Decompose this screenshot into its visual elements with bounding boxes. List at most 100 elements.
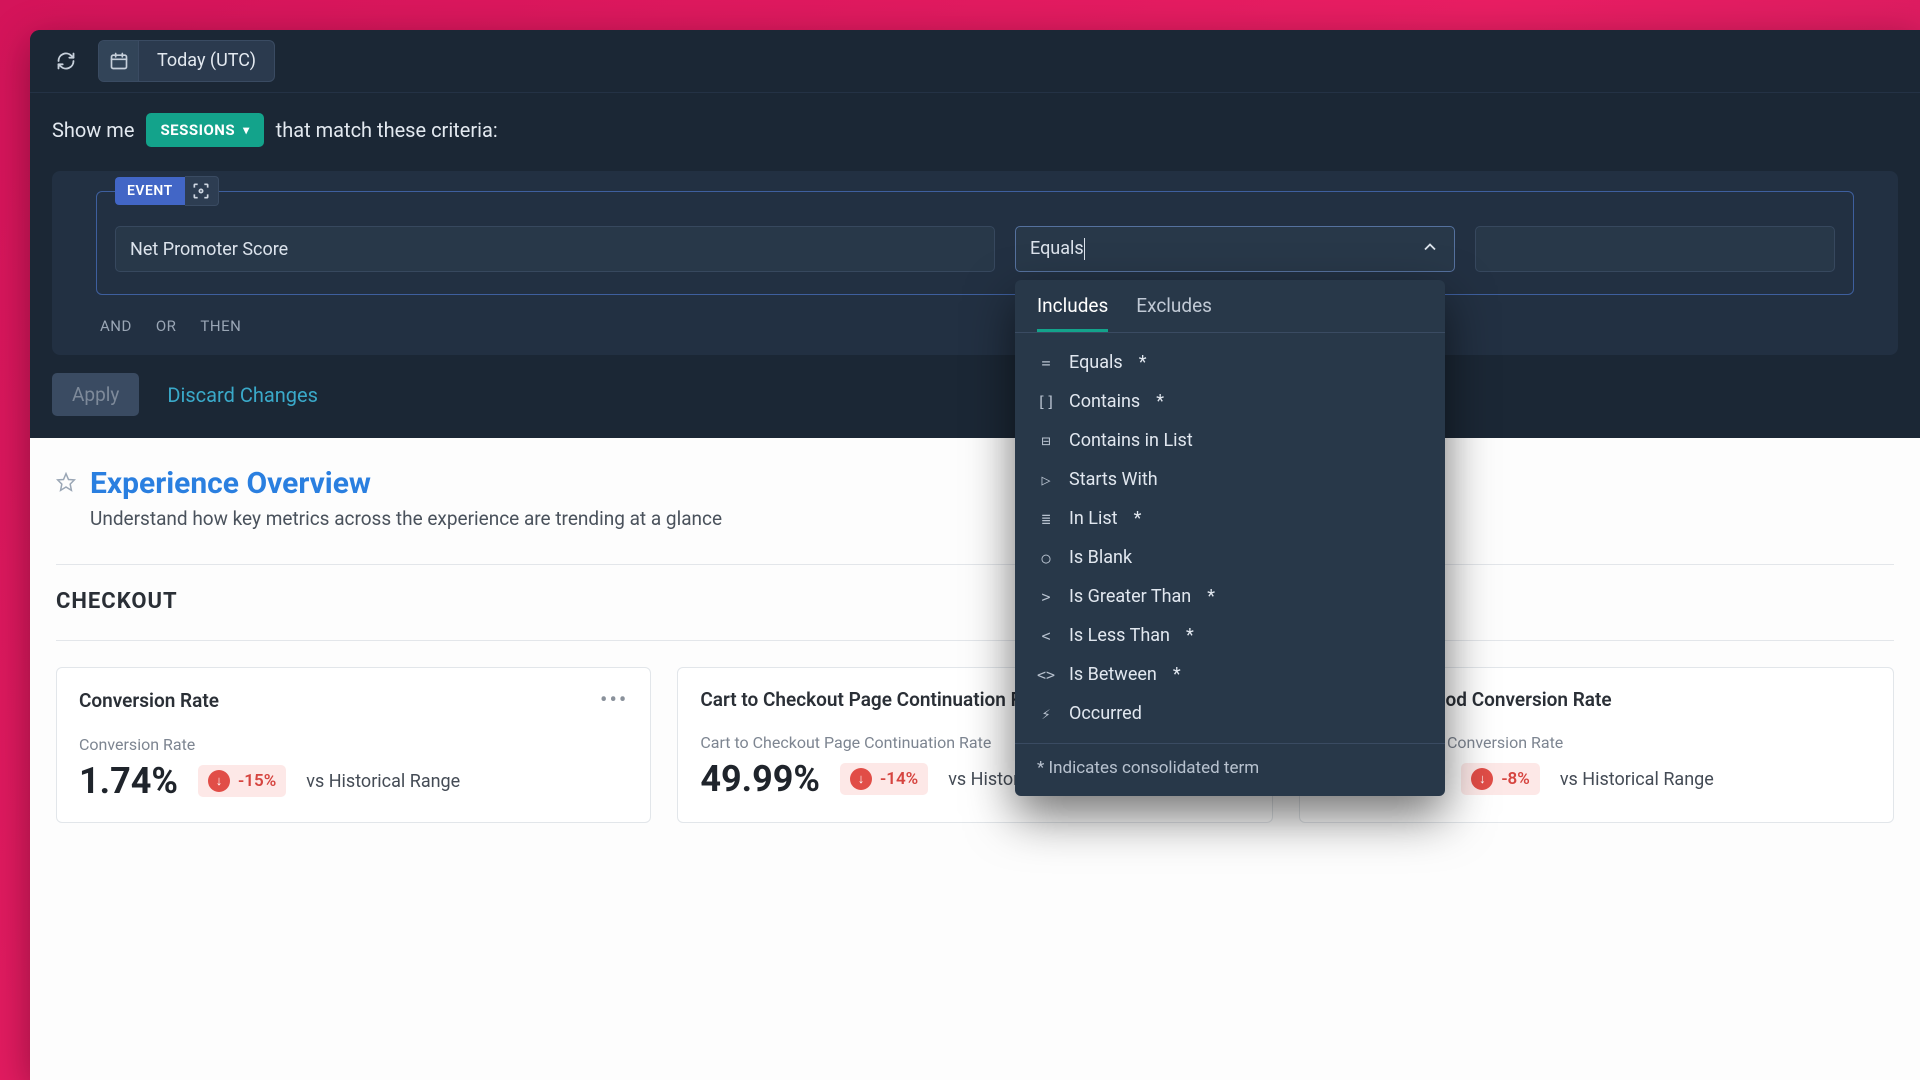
operator-icon: ⚡ [1037,705,1055,723]
operator-option-label: Occurred [1069,703,1142,724]
operator-option[interactable]: ⚡ Occurred [1015,694,1445,733]
refresh-icon [56,51,76,71]
query-suffix: that match these criteria: [276,118,498,142]
card-sublabel: Conversion Rate [79,735,628,754]
logic-or[interactable]: OR [156,317,177,335]
star-icon [56,472,76,492]
section-title: CHECKOUT [56,589,1894,614]
operator-option-label: In List [1069,508,1118,529]
tab-includes[interactable]: Includes [1037,294,1108,332]
actions-row: Apply Discard Changes [30,355,1920,438]
operator-select[interactable]: Equals [1015,226,1455,272]
metric-card: Conversion Rate ••• Conversion Rate 1.74… [56,667,651,823]
tab-excludes[interactable]: Excludes [1136,294,1212,332]
operator-icon: < [1037,627,1055,645]
trend-compare-label: vs Historical Range [1560,769,1714,790]
event-name-value: Net Promoter Score [130,239,288,260]
operator-icon: > [1037,588,1055,606]
operator-icon: ≣ [1037,510,1055,528]
value-input[interactable] [1475,226,1835,272]
operator-option-label: Contains in List [1069,430,1193,451]
crosshair-icon [191,181,211,201]
consolidated-star-icon: * [1186,625,1194,646]
event-name-input[interactable]: Net Promoter Score [115,226,995,272]
event-criterion: EVENT Net Promoter Score Equals [96,191,1854,295]
criteria-group: EVENT Net Promoter Score Equals [52,171,1898,355]
date-range-button[interactable]: Today (UTC) [98,40,275,82]
discard-changes-link[interactable]: Discard Changes [167,383,318,407]
chevron-down-icon: ▾ [243,123,250,137]
card-value: 1.74% [79,760,178,802]
divider [56,640,1894,641]
operator-option-label: Starts With [1069,469,1158,490]
operator-option-label: Equals [1069,352,1123,373]
trend-compare-label: vs Historical Range [306,771,460,792]
trend-pill: ↓ -15% [198,765,286,797]
operator-option[interactable]: ⊟ Contains in List [1015,421,1445,460]
operator-icon: ▷ [1037,471,1055,489]
consolidated-star-icon: * [1134,508,1142,529]
operator-option[interactable]: ▷ Starts With [1015,460,1445,499]
scope-dropdown[interactable]: SESSIONS ▾ [146,113,263,147]
operator-option-label: Is Less Than [1069,625,1170,646]
date-range-label: Today (UTC) [139,41,274,81]
operator-value: Equals [1030,238,1084,259]
logic-and[interactable]: AND [100,317,132,335]
operator-option-label: Contains [1069,391,1140,412]
dropdown-items: = Equals * [] Contains * ⊟ Contains in List ▷ Sta… [1015,333,1445,743]
operator-dropdown: Includes Excludes = Equals * [] Contains * ⊟ Co… [1015,280,1445,796]
event-badge: EVENT [115,177,185,205]
arrow-down-icon: ↓ [850,768,872,790]
operator-icon: <> [1037,666,1055,684]
operator-option[interactable]: ○ Is Blank [1015,538,1445,577]
refresh-button[interactable] [46,41,86,81]
operator-option-label: Is Blank [1069,547,1132,568]
operator-option[interactable]: = Equals * [1015,343,1445,382]
trend-value: -14% [880,769,918,789]
page-title: Experience Overview [90,466,371,501]
operator-icon: [] [1037,393,1055,411]
operator-option-label: Is Between [1069,664,1157,685]
trend-value: -15% [238,771,276,791]
trend-pill: ↓ -14% [840,763,928,795]
query-prefix: Show me [52,118,134,142]
operator-option-label: Is Greater Than [1069,586,1191,607]
consolidated-star-icon: * [1207,586,1215,607]
metric-cards-row: Conversion Rate ••• Conversion Rate 1.74… [56,667,1894,823]
app-shell: Today (UTC) Show me SESSIONS ▾ that matc… [30,30,1920,1080]
operator-option[interactable]: [] Contains * [1015,382,1445,421]
card-title: Conversion Rate [79,689,219,712]
trend-value: -8% [1501,769,1530,789]
operator-option[interactable]: > Is Greater Than * [1015,577,1445,616]
chevron-up-icon [1420,237,1440,262]
logic-operators: AND OR THEN [96,317,1854,335]
operator-icon: = [1037,354,1055,372]
operator-option[interactable]: <>Is Between* [1015,655,1445,694]
dropdown-tabs: Includes Excludes [1015,280,1445,333]
calendar-icon [99,41,139,81]
dropdown-footnote: * Indicates consolidated term [1015,743,1445,788]
page-subtitle: Understand how key metrics across the ex… [90,507,1894,530]
event-scope-button[interactable] [185,176,219,206]
page-header: Experience Overview [56,466,1894,501]
operator-icon: ⊟ [1037,432,1055,450]
consolidated-star-icon: * [1156,391,1164,412]
operator-option[interactable]: ≣ In List * [1015,499,1445,538]
operator-icon: ○ [1037,549,1055,567]
scope-label: SESSIONS [160,121,235,139]
text-caret [1084,238,1085,260]
card-title: Cart to Checkout Page Continuation Rate [700,688,1049,711]
toolbar: Today (UTC) [30,30,1920,93]
arrow-down-icon: ↓ [1471,768,1493,790]
consolidated-star-icon: * [1139,352,1147,373]
card-value: 49.99% [700,758,820,800]
card-more-button[interactable]: ••• [600,688,628,713]
logic-then[interactable]: THEN [200,317,241,335]
operator-option[interactable]: < Is Less Than * [1015,616,1445,655]
query-sentence: Show me SESSIONS ▾ that match these crit… [52,113,1898,147]
apply-button[interactable]: Apply [52,373,139,416]
trend-pill: ↓ -8% [1461,763,1540,795]
favorite-button[interactable] [56,472,76,497]
arrow-down-icon: ↓ [208,770,230,792]
divider [56,564,1894,565]
